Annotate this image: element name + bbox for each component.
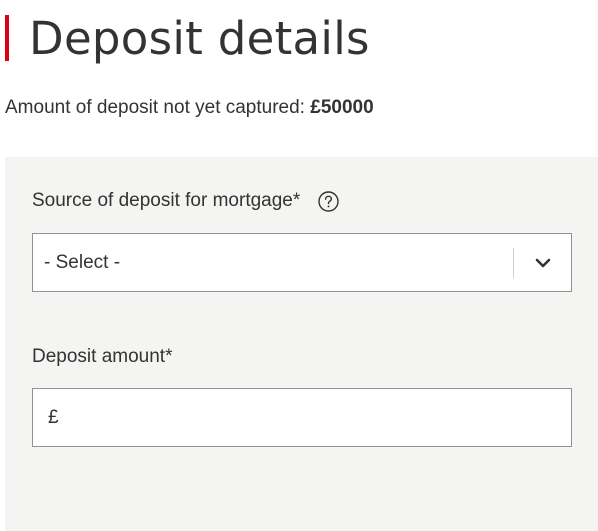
source-field-label-row: Source of deposit for mortgage* [32,190,339,212]
deposit-summary: Amount of deposit not yet captured: £500… [5,97,374,119]
summary-amount: £50000 [310,97,374,118]
select-value: - Select - [44,251,121,273]
currency-symbol: £ [48,406,59,428]
title-accent-bar [5,15,9,61]
deposit-amount-field[interactable]: £ [32,388,572,447]
page-title: Deposit details [29,11,370,65]
amount-field-label-row: Deposit amount* [32,346,172,368]
question-circle-icon[interactable] [318,190,339,212]
deposit-amount-input[interactable] [58,388,571,447]
chevron-down-icon[interactable] [514,234,571,291]
summary-label: Amount of deposit not yet captured: [5,97,305,118]
source-of-deposit-select[interactable]: - Select - [32,233,572,292]
page-header: Deposit details [0,8,370,68]
deposit-form-panel: Source of deposit for mortgage* - Select… [5,157,598,531]
source-field-label: Source of deposit for mortgage* [32,190,301,211]
amount-field-label: Deposit amount* [32,346,173,367]
